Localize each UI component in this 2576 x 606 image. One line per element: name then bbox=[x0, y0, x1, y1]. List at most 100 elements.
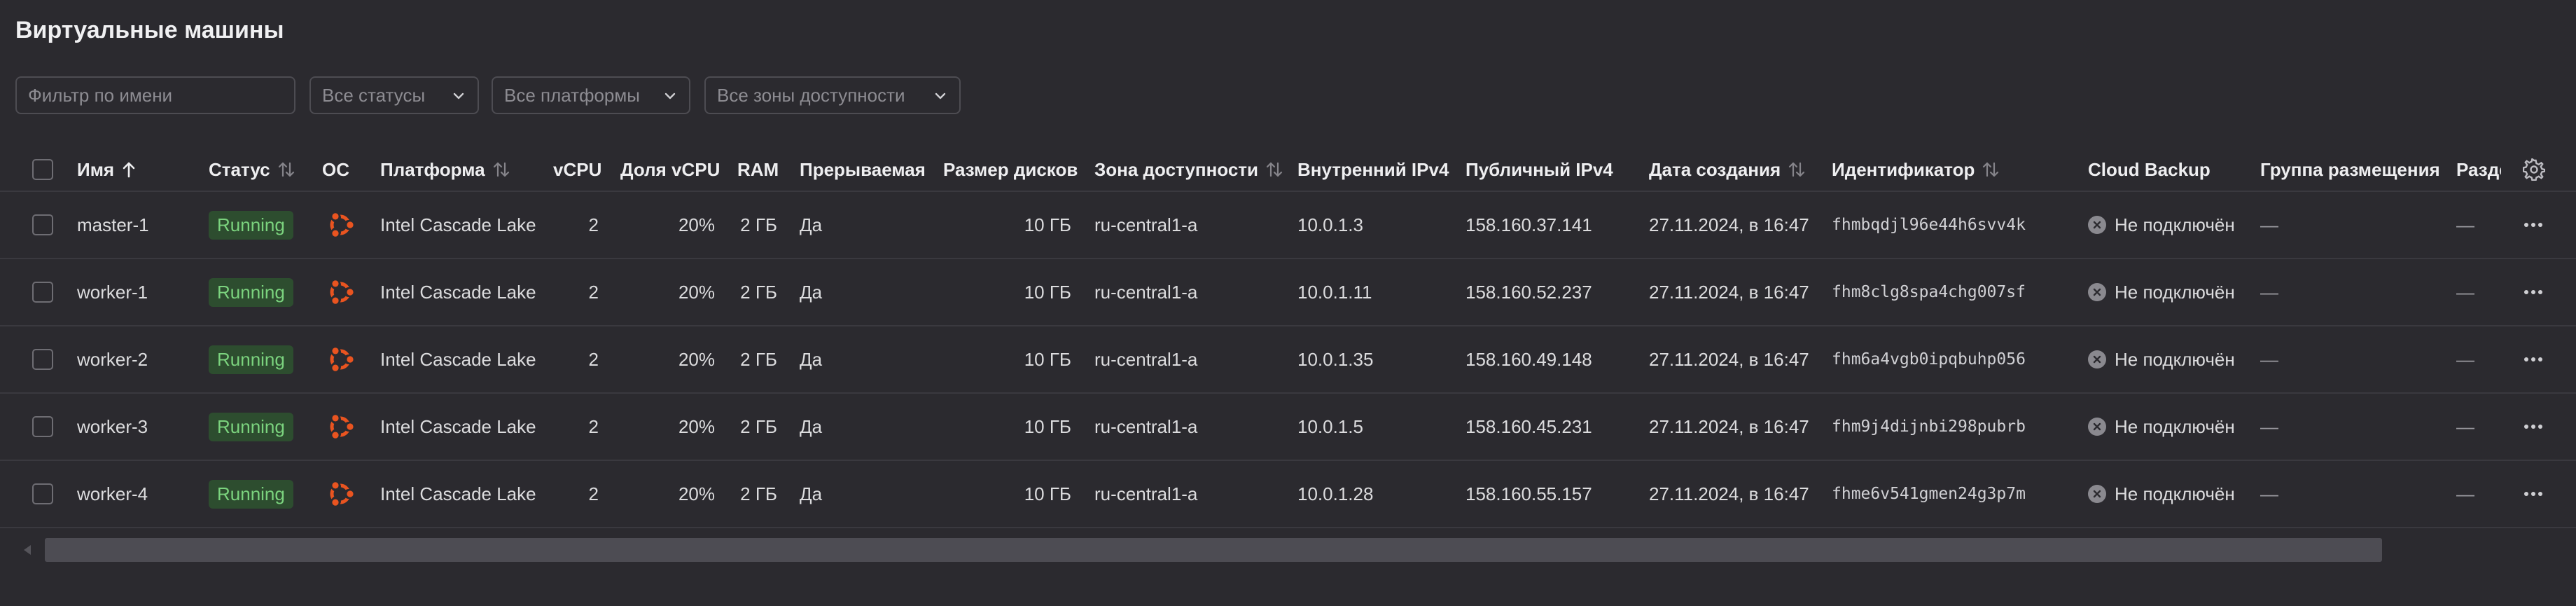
sort-icon bbox=[1265, 160, 1283, 179]
public-ipv4-value: 158.160.37.141 bbox=[1465, 214, 1592, 235]
row-checkbox[interactable] bbox=[32, 326, 53, 392]
x-circle-icon bbox=[2088, 485, 2106, 503]
status-badge: Running bbox=[209, 210, 293, 240]
scroll-left-icon[interactable] bbox=[24, 545, 32, 558]
col-status[interactable]: Статус bbox=[209, 149, 295, 191]
placement-group-value: — bbox=[2260, 483, 2278, 504]
internal-ipv4-value: 10.0.1.5 bbox=[1297, 415, 1363, 437]
zone-filter-value: Все зоны доступности bbox=[717, 84, 905, 106]
more-horizontal-icon[interactable] bbox=[2523, 192, 2543, 258]
col-placement-group: Группа размещения bbox=[2260, 149, 2440, 191]
vm-name[interactable]: worker-3 bbox=[77, 394, 148, 460]
placement-group-value: — bbox=[2260, 348, 2278, 370]
row-checkbox[interactable] bbox=[32, 192, 53, 258]
status-filter-select[interactable]: Все статусы bbox=[309, 76, 479, 114]
table-row[interactable]: worker-1 Running Intel Cascade Lake 2 20% 2 Г… bbox=[0, 259, 2576, 326]
more-horizontal-icon[interactable] bbox=[2523, 326, 2543, 392]
platform-value: Intel Cascade Lake bbox=[380, 415, 536, 437]
col-os-label: ОС bbox=[322, 158, 349, 180]
arrow-up-icon bbox=[121, 160, 137, 179]
chevron-down-icon bbox=[452, 90, 465, 102]
status-badge: Running bbox=[209, 412, 293, 441]
sort-icon bbox=[492, 160, 510, 179]
vm-id-value: fhme6v541gmen24g3p7m bbox=[1832, 485, 2026, 503]
vm-id-value: fhm9j4dijnbi298pubrb bbox=[1832, 418, 2026, 436]
vm-table: Имя Статус ОС Платформа vCPU Доля vCPU R… bbox=[0, 149, 2576, 528]
status-badge: Running bbox=[209, 479, 293, 509]
platform-value: Intel Cascade Lake bbox=[380, 214, 536, 235]
vm-id-value: fhm8clg8spa4chg007sf bbox=[1832, 283, 2026, 301]
table-row[interactable]: master-1 Running Intel Cascade Lake 2 20% 2 Г… bbox=[0, 192, 2576, 259]
disk-size-value: 10 ГБ bbox=[1024, 348, 1071, 370]
col-created[interactable]: Дата создания bbox=[1649, 149, 1806, 191]
placement-group-value: — bbox=[2260, 281, 2278, 303]
table-row[interactable]: worker-4 Running Intel Cascade Lake 2 20% 2 Г… bbox=[0, 461, 2576, 528]
status-cell: Running bbox=[209, 394, 293, 460]
row-checkbox[interactable] bbox=[32, 394, 53, 460]
zone-value: ru-central1-a bbox=[1094, 214, 1198, 235]
ubuntu-icon bbox=[323, 326, 357, 392]
col-zone-label: Зона доступности bbox=[1094, 158, 1259, 180]
vcpu-share-value: 20% bbox=[678, 348, 715, 370]
platform-filter-select[interactable]: Все платформы bbox=[492, 76, 690, 114]
backup-cell: Не подключён bbox=[2088, 394, 2235, 460]
col-id[interactable]: Идентификатор bbox=[1832, 149, 2000, 191]
col-zone[interactable]: Зона доступности bbox=[1094, 149, 1283, 191]
status-cell: Running bbox=[209, 259, 293, 325]
ubuntu-icon bbox=[323, 192, 357, 258]
col-vcpu: vCPU bbox=[553, 149, 601, 191]
more-horizontal-icon[interactable] bbox=[2523, 259, 2543, 325]
public-ipv4-value: 158.160.52.237 bbox=[1465, 281, 1592, 303]
ram-value: 2 ГБ bbox=[740, 281, 777, 303]
col-preemptible: Прерываемая bbox=[800, 149, 926, 191]
select-all-checkbox[interactable] bbox=[32, 149, 53, 191]
vm-name[interactable]: worker-1 bbox=[77, 259, 148, 325]
platform-filter-value: Все платформы bbox=[504, 84, 640, 106]
col-ram-label: RAM bbox=[737, 158, 779, 180]
status-filter-value: Все статусы bbox=[322, 84, 426, 106]
sort-icon bbox=[1788, 160, 1806, 179]
vm-name[interactable]: worker-4 bbox=[77, 461, 148, 527]
row-checkbox[interactable] bbox=[32, 461, 53, 527]
gear-icon[interactable] bbox=[2523, 149, 2545, 191]
vm-list-page: Виртуальные машины Фильтр по имени Все с… bbox=[0, 0, 2576, 606]
col-platform[interactable]: Платформа bbox=[380, 149, 510, 191]
disk-size-value: 10 ГБ bbox=[1024, 281, 1071, 303]
status-badge: Running bbox=[209, 277, 293, 307]
table-row[interactable]: worker-2 Running Intel Cascade Lake 2 20% 2 Г… bbox=[0, 326, 2576, 394]
row-checkbox[interactable] bbox=[32, 259, 53, 325]
ubuntu-icon bbox=[323, 259, 357, 325]
ram-value: 2 ГБ bbox=[740, 483, 777, 504]
more-horizontal-icon[interactable] bbox=[2523, 461, 2543, 527]
partial-value: — bbox=[2456, 348, 2474, 370]
col-vcpu-share-label: Доля vCPU bbox=[620, 158, 720, 180]
vm-name[interactable]: master-1 bbox=[77, 192, 149, 258]
horizontal-scrollbar[interactable] bbox=[18, 537, 2560, 565]
col-name[interactable]: Имя bbox=[77, 149, 137, 191]
backup-value: Не подключён bbox=[2115, 415, 2235, 437]
status-cell: Running bbox=[209, 192, 293, 258]
x-circle-icon bbox=[2088, 350, 2106, 369]
col-internal-ipv4: Внутренний IPv4 bbox=[1297, 149, 1449, 191]
vcpu-value: 2 bbox=[588, 281, 599, 303]
status-badge: Running bbox=[209, 345, 293, 374]
backup-value: Не подключён bbox=[2115, 348, 2235, 370]
col-public-ipv4-label: Публичный IPv4 bbox=[1465, 158, 1613, 180]
table-row[interactable]: worker-3 Running Intel Cascade Lake 2 20% 2 Г… bbox=[0, 394, 2576, 461]
col-disk-size-label: Размер дисков bbox=[943, 158, 1078, 180]
backup-cell: Не подключён bbox=[2088, 192, 2235, 258]
name-filter-input[interactable]: Фильтр по имени bbox=[15, 76, 295, 114]
ram-value: 2 ГБ bbox=[740, 415, 777, 437]
ubuntu-icon bbox=[323, 394, 357, 460]
col-created-label: Дата создания bbox=[1649, 158, 1781, 180]
zone-filter-select[interactable]: Все зоны доступности bbox=[704, 76, 961, 114]
platform-value: Intel Cascade Lake bbox=[380, 348, 536, 370]
scrollbar-thumb[interactable] bbox=[45, 538, 2382, 562]
vm-id-value: fhm6a4vgb0ipqbuhp056 bbox=[1832, 350, 2026, 369]
disk-size-value: 10 ГБ bbox=[1024, 214, 1071, 235]
backup-value: Не подключён bbox=[2115, 214, 2235, 235]
more-horizontal-icon[interactable] bbox=[2523, 394, 2543, 460]
ubuntu-icon bbox=[323, 461, 357, 527]
vm-name[interactable]: worker-2 bbox=[77, 326, 148, 392]
status-cell: Running bbox=[209, 461, 293, 527]
